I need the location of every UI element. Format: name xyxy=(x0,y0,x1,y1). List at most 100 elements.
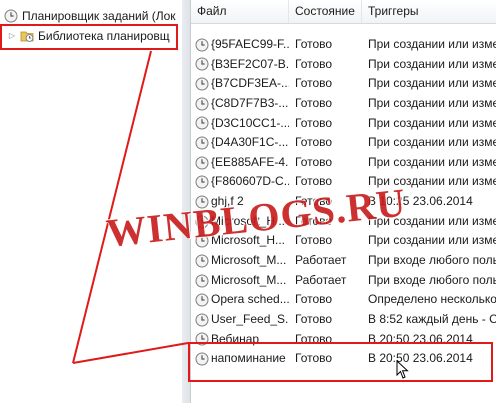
task-state: Готово xyxy=(295,233,333,248)
tree-item-library[interactable]: ▷ Библиотека планировщ xyxy=(8,27,170,45)
task-clock-icon xyxy=(195,313,209,327)
table-row[interactable]: {B7CDF3EA-... Готово При создании или изме… xyxy=(191,74,496,94)
table-row[interactable]: {D4A30F1C-... Готово При создании или изме… xyxy=(191,133,496,153)
task-clock-icon xyxy=(195,97,209,111)
task-name-cell: {C8D7F7B3-... xyxy=(195,94,289,114)
column-triggers[interactable]: Триггеры xyxy=(362,0,496,23)
task-clock-icon xyxy=(195,234,209,248)
task-name: Microsoft_M... xyxy=(211,253,287,268)
task-clock-icon xyxy=(195,352,209,366)
task-trigger: В 20:50 23.06.2014 xyxy=(368,351,473,366)
pane-splitter[interactable] xyxy=(182,0,191,403)
task-state: Готово xyxy=(295,351,333,366)
tree-item-task-scheduler[interactable]: Планировщик заданий (Лок xyxy=(4,7,176,25)
task-clock-icon xyxy=(195,293,209,307)
task-list-pane: Файл Состояние Триггеры {95FAEC99-F... Го… xyxy=(191,0,496,403)
task-clock-icon xyxy=(195,116,209,130)
task-clock-icon xyxy=(195,175,209,189)
task-clock-icon xyxy=(195,274,209,288)
expand-caret-icon[interactable]: ▷ xyxy=(8,27,16,45)
task-trigger: При создании или измен xyxy=(368,135,496,150)
task-name-cell: {95FAEC99-F... xyxy=(195,35,289,55)
task-name: {D4A30F1C-... xyxy=(211,135,289,150)
table-row[interactable]: {C8D7F7B3-... Готово При создании или изме… xyxy=(191,94,496,114)
task-name: {95FAEC99-F... xyxy=(211,37,289,51)
task-name: User_Feed_S... xyxy=(211,311,289,326)
task-trigger: В 8:52 каждый день - Ср xyxy=(368,311,496,326)
task-name: Вебинар xyxy=(211,331,260,346)
clock-icon xyxy=(4,9,18,23)
task-trigger: При создании или измен xyxy=(368,174,496,189)
table-row[interactable]: напоминание Готово В 20:50 23.06.2014 xyxy=(191,349,496,369)
task-state: Работает xyxy=(295,272,347,287)
task-name: напоминание xyxy=(211,351,286,366)
task-name-cell: Microsoft_H... xyxy=(195,231,289,251)
task-name: {B7CDF3EA-... xyxy=(211,76,289,91)
task-name: Microsoft_M... xyxy=(211,272,287,287)
task-trigger: При входе любого поль xyxy=(368,253,496,268)
table-row[interactable]: ghj,f 2 Готово В 10:25 23.06.2014 xyxy=(191,192,496,212)
task-name-cell: {B7CDF3EA-... xyxy=(195,74,289,94)
tree-library-label: Библиотека планировщ xyxy=(38,29,170,43)
folder-clock-icon xyxy=(20,29,34,43)
table-row[interactable]: {EE885AFE-4... Готово При создании или изм… xyxy=(191,153,496,173)
task-name: {B3EF2C07-B... xyxy=(211,56,289,71)
task-clock-icon xyxy=(195,57,209,71)
task-state: Готово xyxy=(295,95,333,110)
task-clock-icon xyxy=(195,195,209,209)
task-name-cell: {B3EF2C07-B... xyxy=(195,55,289,75)
task-trigger: При создании или измен xyxy=(368,76,496,91)
task-name-cell: ghj,f 2 xyxy=(195,192,289,212)
table-row[interactable]: {F860607D-C... Готово При создании или изм… xyxy=(191,172,496,192)
task-name-cell: Вебинар xyxy=(195,330,289,350)
column-header: Файл Состояние Триггеры xyxy=(191,0,496,24)
task-state: Готово xyxy=(295,331,333,346)
table-row[interactable]: Вебинар Готово В 20:50 23.06.2014 xyxy=(191,330,496,350)
table-row[interactable]: {D3C10CC1-... Готово При создании или изме… xyxy=(191,114,496,134)
task-name-cell: {EE885AFE-4... xyxy=(195,153,289,173)
task-name-cell: User_Feed_S... xyxy=(195,310,289,330)
column-state[interactable]: Состояние xyxy=(289,0,362,23)
task-state: Готово xyxy=(295,135,333,150)
task-name-cell: Microsoft_M... xyxy=(195,251,289,271)
table-row[interactable]: {B3EF2C07-B... Готово При создании или изм… xyxy=(191,55,496,75)
task-trigger: При создании или измен xyxy=(368,233,496,248)
task-state: Готово xyxy=(295,292,333,307)
task-name: {C8D7F7B3-... xyxy=(211,95,289,110)
task-name-cell: Microsoft_H... xyxy=(195,212,289,232)
task-state: Готово xyxy=(295,115,333,130)
table-row[interactable]: Microsoft_H... Готово При создании или изм… xyxy=(191,212,496,232)
task-clock-icon xyxy=(195,332,209,346)
task-name-cell: Microsoft_M... xyxy=(195,271,289,291)
table-row[interactable]: User_Feed_S... Готово В 8:52 каждый день -… xyxy=(191,310,496,330)
task-trigger: В 10:25 23.06.2014 xyxy=(368,194,473,209)
task-list: {95FAEC99-F... Готово При создании или изм… xyxy=(191,35,496,369)
task-state: Готово xyxy=(295,174,333,189)
task-clock-icon xyxy=(195,156,209,170)
task-trigger: При создании или измен xyxy=(368,213,496,228)
task-trigger: При создании или измен xyxy=(368,37,496,51)
task-name: Opera sched... xyxy=(211,292,289,307)
table-row[interactable]: {95FAEC99-F... Готово При создании или изм… xyxy=(191,35,496,55)
column-file[interactable]: Файл xyxy=(191,0,289,23)
task-name-cell: напоминание xyxy=(195,349,289,369)
table-row[interactable]: Microsoft_M... Работает При входе любого п… xyxy=(191,251,496,271)
task-name: Microsoft_H... xyxy=(211,213,286,228)
table-row[interactable]: Microsoft_M... Работает При входе любого п… xyxy=(191,271,496,291)
task-state: Готово xyxy=(295,76,333,91)
task-name: ghj,f 2 xyxy=(211,194,244,209)
task-name-cell: {D3C10CC1-... xyxy=(195,114,289,134)
table-row[interactable]: Microsoft_H... Готово При создании или изм… xyxy=(191,231,496,251)
task-name-cell: {D4A30F1C-... xyxy=(195,133,289,153)
task-trigger: При создании или измен xyxy=(368,56,496,71)
table-row[interactable]: Opera sched... Готово Определено несколько xyxy=(191,290,496,310)
task-name: {EE885AFE-4... xyxy=(211,154,289,169)
task-clock-icon xyxy=(195,38,209,52)
task-state: Готово xyxy=(295,311,333,326)
task-trigger: При создании или измен xyxy=(368,95,496,110)
task-trigger: При входе любого поль xyxy=(368,272,496,287)
task-name-cell: {F860607D-C... xyxy=(195,172,289,192)
task-state: Работает xyxy=(295,253,347,268)
task-state: Готово xyxy=(295,37,333,51)
task-name: {D3C10CC1-... xyxy=(211,115,289,130)
